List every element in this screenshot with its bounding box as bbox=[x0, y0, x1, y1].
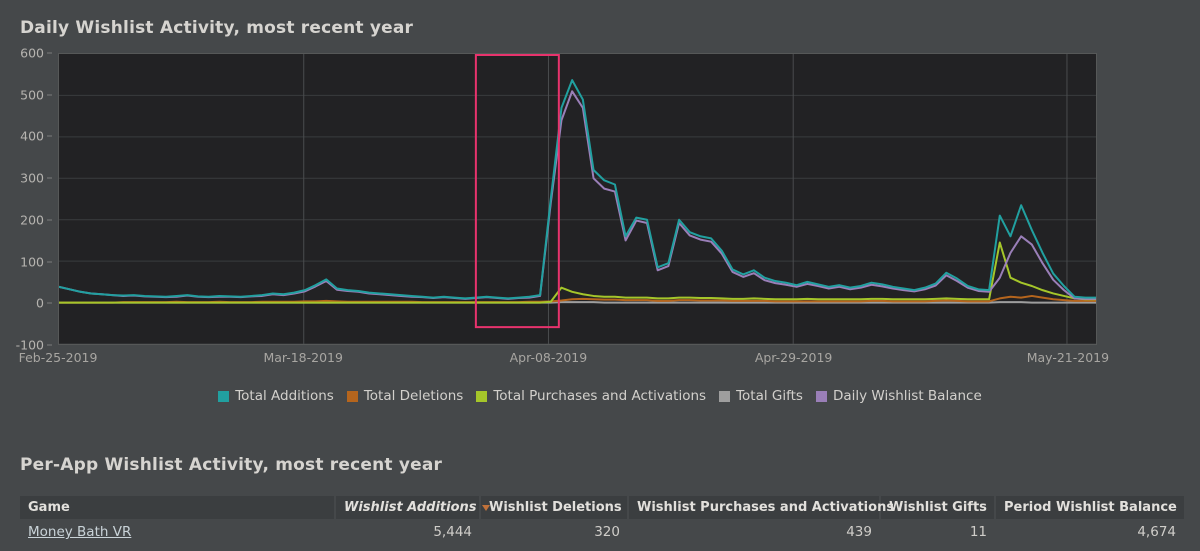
chart-y-axis: 600 500 400 300 200 100 0 -100 bbox=[0, 46, 52, 353]
table-cell-game[interactable]: Money Bath VR bbox=[20, 519, 335, 545]
y-axis-tick-label: 600 bbox=[20, 45, 44, 61]
table-header-label: Game bbox=[28, 500, 70, 515]
y-axis-tick-label: 0 bbox=[36, 295, 44, 311]
x-axis-tick-label: Mar-18-2019 bbox=[263, 350, 343, 365]
legend-item-label: Daily Wishlist Balance bbox=[832, 388, 982, 404]
table-header-wishlist-additions[interactable]: Wishlist Additions bbox=[335, 496, 490, 519]
chart-section-title: Daily Wishlist Activity, most recent yea… bbox=[20, 18, 414, 38]
y-axis-tick-mark bbox=[47, 135, 52, 137]
y-axis-tick-label: 400 bbox=[20, 128, 44, 144]
table-header-label: Wishlist Additions bbox=[344, 500, 477, 515]
y-axis-tick-mark bbox=[47, 261, 52, 263]
wishlist-dashboard: Daily Wishlist Activity, most recent yea… bbox=[0, 0, 1200, 551]
legend-item-total-purchases-and-activations[interactable]: Total Purchases and Activations bbox=[476, 388, 706, 404]
legend-swatch-icon bbox=[719, 390, 731, 402]
x-axis-tick-label: Apr-29-2019 bbox=[754, 350, 833, 365]
table-cell-wishlist-gifts: 11 bbox=[880, 519, 995, 545]
table-header-label: Wishlist Deletions bbox=[489, 500, 622, 515]
table-section-title: Per-App Wishlist Activity, most recent y… bbox=[20, 455, 443, 475]
series-line-total-additions bbox=[59, 80, 1096, 298]
legend-item-daily-wishlist-balance[interactable]: Daily Wishlist Balance bbox=[815, 388, 982, 404]
y-axis-tick-mark bbox=[47, 177, 52, 179]
legend-item-label: Total Gifts bbox=[736, 388, 803, 404]
table-cell-wishlist-deletions: 320 bbox=[480, 519, 628, 545]
series-line-total-purchases-and-activations bbox=[59, 243, 1096, 303]
series-line-daily-wishlist-balance bbox=[59, 91, 1096, 299]
table-header-game[interactable]: Game bbox=[20, 496, 336, 519]
table-header-row: Game Wishlist Additions Wishlist Deletions… bbox=[20, 496, 1184, 519]
chart-lines bbox=[59, 54, 1096, 344]
chart-legend: Total Additions Total Deletions Total Purc… bbox=[0, 388, 1200, 404]
legend-item-label: Total Additions bbox=[235, 388, 334, 404]
daily-wishlist-chart: 600 500 400 300 200 100 0 -100 Feb-25-2019 Mar-1… bbox=[0, 40, 1200, 415]
legend-item-total-additions[interactable]: Total Additions bbox=[218, 388, 334, 404]
legend-item-label: Total Purchases and Activations bbox=[493, 388, 707, 404]
table-header-wishlist-purchases-and-activations[interactable]: Wishlist Purchases and Activations bbox=[628, 496, 894, 519]
y-axis-tick-label: 500 bbox=[20, 87, 44, 103]
table-header-period-wishlist-balance[interactable]: Period Wishlist Balance bbox=[995, 496, 1184, 519]
table-header-wishlist-gifts[interactable]: Wishlist Gifts bbox=[880, 496, 996, 519]
x-axis-tick-label: Feb-25-2019 bbox=[18, 350, 98, 365]
table-row: Money Bath VR 5,444 320 439 11 4,674 bbox=[20, 519, 1184, 545]
legend-swatch-icon bbox=[346, 390, 358, 402]
legend-swatch-icon bbox=[815, 390, 827, 402]
legend-item-total-gifts[interactable]: Total Gifts bbox=[719, 388, 803, 404]
chart-x-axis: Feb-25-2019 Mar-18-2019 Apr-08-2019 Apr-29-… bbox=[0, 350, 1200, 370]
table-header-label: Wishlist Purchases and Activations bbox=[637, 500, 895, 515]
table-cell-period-wishlist-balance: 4,674 bbox=[995, 519, 1184, 545]
y-axis-tick-mark bbox=[47, 219, 52, 221]
legend-item-total-deletions[interactable]: Total Deletions bbox=[346, 388, 464, 404]
y-axis-tick-label: 200 bbox=[20, 212, 44, 228]
x-axis-tick-label: Apr-08-2019 bbox=[509, 350, 588, 365]
table-header-wishlist-deletions[interactable]: Wishlist Deletions bbox=[480, 496, 629, 519]
legend-swatch-icon bbox=[218, 390, 230, 402]
legend-item-label: Total Deletions bbox=[363, 388, 464, 404]
game-link[interactable]: Money Bath VR bbox=[28, 524, 131, 540]
y-axis-tick-label: 100 bbox=[20, 254, 44, 270]
table-body: Money Bath VR 5,444 320 439 11 4,674 bbox=[20, 519, 1184, 545]
table-cell-wishlist-purchases-and-activations: 439 bbox=[628, 519, 880, 545]
y-axis-tick-mark bbox=[47, 94, 52, 96]
table-header-label: Period Wishlist Balance bbox=[1004, 500, 1177, 515]
y-axis-tick-mark bbox=[47, 344, 52, 346]
chart-plot-area[interactable] bbox=[58, 53, 1097, 345]
x-axis-tick-label: May-21-2019 bbox=[1026, 350, 1110, 365]
table-header-label: Wishlist Gifts bbox=[889, 500, 987, 515]
per-app-wishlist-table: Game Wishlist Additions Wishlist Deletions… bbox=[20, 496, 1184, 545]
legend-swatch-icon bbox=[476, 390, 488, 402]
y-axis-tick-mark bbox=[47, 302, 52, 304]
y-axis-tick-mark bbox=[47, 52, 52, 54]
y-axis-tick-label: 300 bbox=[20, 170, 44, 186]
table-cell-wishlist-additions: 5,444 bbox=[335, 519, 480, 545]
